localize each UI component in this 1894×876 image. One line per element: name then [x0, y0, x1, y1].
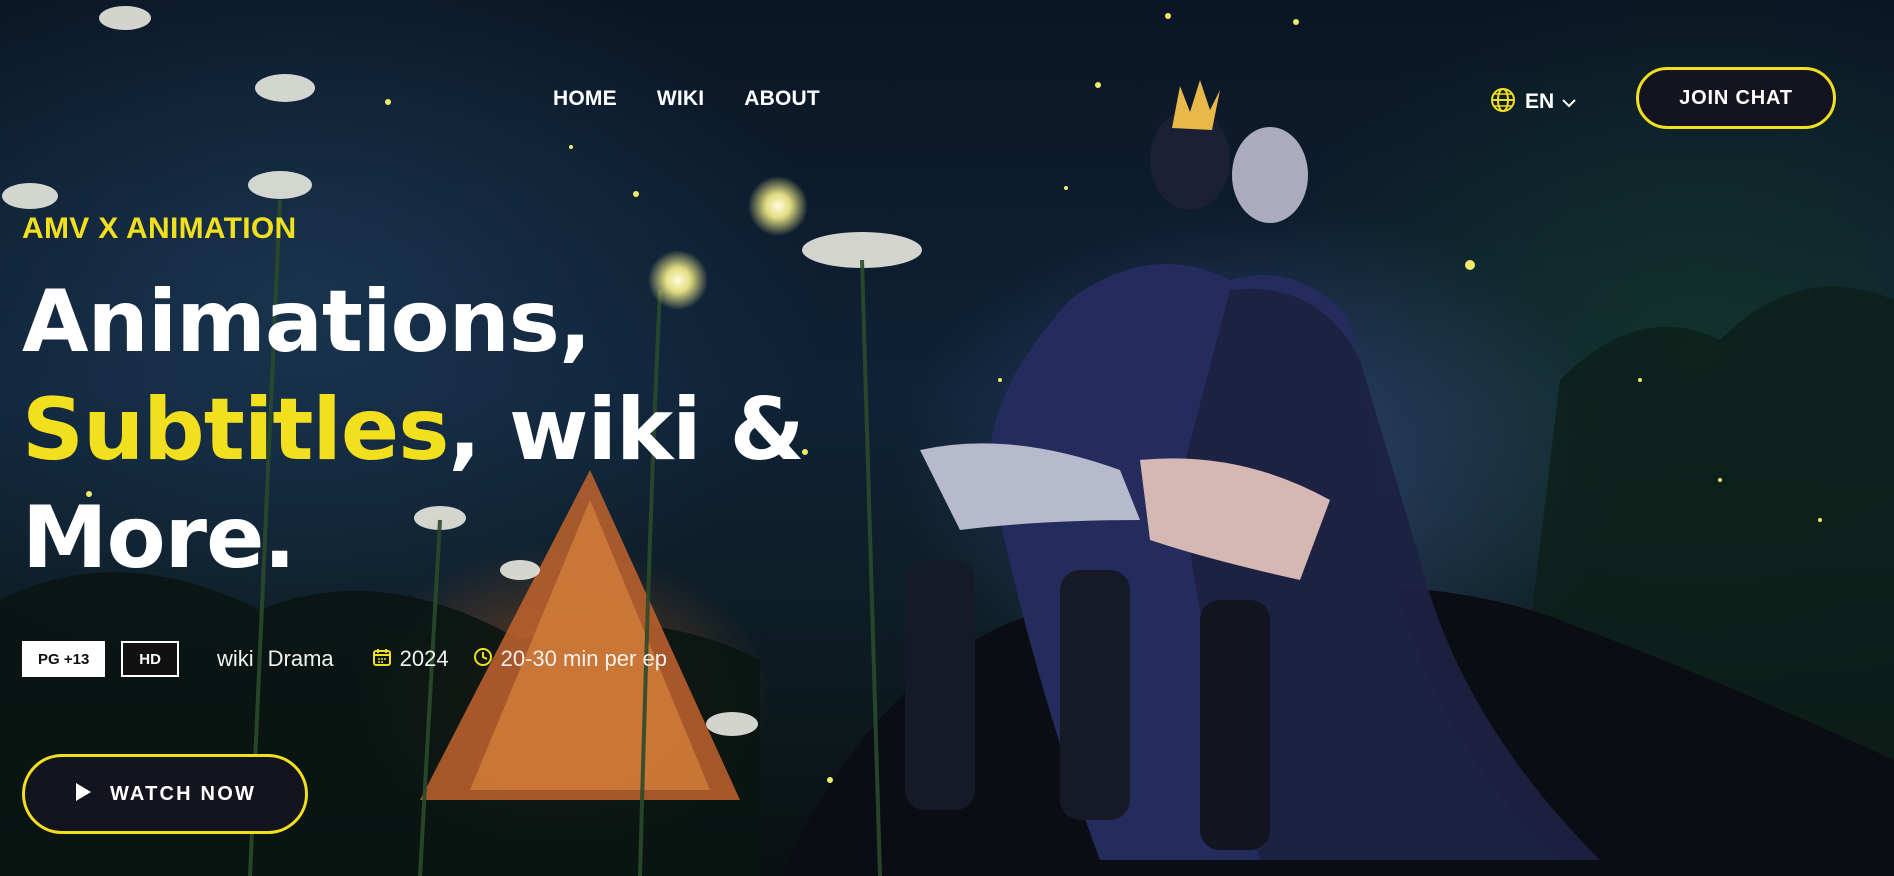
nav-wiki-link[interactable]: WIKI [657, 87, 704, 111]
nav-about-link[interactable]: ABOUT [744, 87, 820, 111]
year-text: 2024 [399, 646, 449, 671]
chevron-down-icon [1562, 93, 1576, 112]
genre-drama: Drama [267, 646, 334, 671]
headline-highlight: Subtitles [22, 380, 449, 480]
release-year: 2024 [372, 646, 449, 672]
nav-home-link[interactable]: HOME [553, 87, 617, 111]
rating-badge: PG +13 [22, 641, 106, 677]
hero-headline: Animations, Subtitles, wiki & More. [22, 268, 805, 592]
hero-meta: PG +13 HD wiki Drama 2024 20-30 min per … [22, 641, 667, 677]
hero-eyebrow: AMV X ANIMATION [22, 212, 297, 245]
hero-banner: HOME WIKI ABOUT EN JOIN CHAT AMV X ANIMA… [0, 0, 1894, 876]
language-code: EN [1525, 90, 1555, 113]
play-icon [74, 782, 92, 806]
headline-line-3: More. [22, 488, 296, 588]
clock-icon [473, 647, 493, 671]
headline-line-2: , wiki & [448, 380, 804, 480]
language-selector[interactable]: EN [1489, 86, 1576, 118]
globe-icon [1489, 86, 1517, 118]
main-nav: HOME WIKI ABOUT [553, 87, 820, 111]
episode-duration: 20-30 min per ep [473, 646, 667, 672]
headline-line-1: Animations, [22, 272, 592, 372]
watch-now-label: WATCH NOW [109, 782, 257, 805]
calendar-icon [372, 647, 392, 671]
watch-now-button[interactable]: WATCH NOW [22, 754, 308, 834]
duration-text: 20-30 min per ep [500, 646, 667, 671]
genre-wiki: wiki [216, 646, 254, 671]
join-chat-button[interactable]: JOIN CHAT [1636, 67, 1836, 129]
quality-badge: HD [121, 641, 179, 677]
